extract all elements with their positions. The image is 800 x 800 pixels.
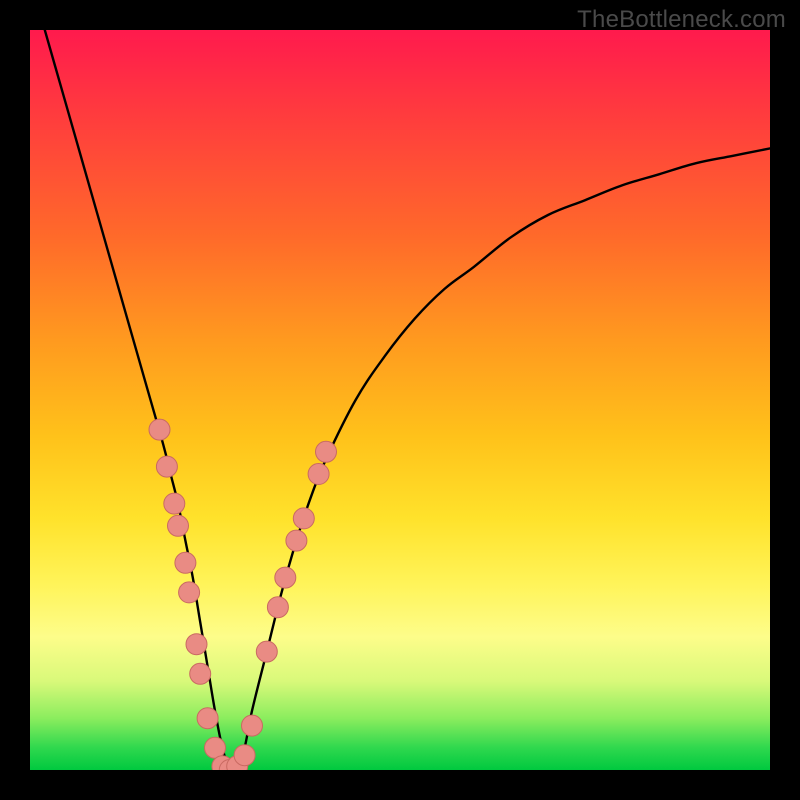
data-dot [275, 567, 296, 588]
data-dot [186, 634, 207, 655]
data-dot [190, 663, 211, 684]
bottleneck-curve [45, 30, 770, 770]
chart-frame: TheBottleneck.com [0, 0, 800, 800]
data-dot [205, 737, 226, 758]
data-dot [308, 464, 329, 485]
data-dot [175, 552, 196, 573]
data-dot [164, 493, 185, 514]
data-dot [256, 641, 277, 662]
chart-overlay-svg [30, 30, 770, 770]
data-dot [234, 745, 255, 766]
data-dot [267, 597, 288, 618]
data-dot [316, 441, 337, 462]
data-dot [197, 708, 218, 729]
data-dot [156, 456, 177, 477]
watermark-text: TheBottleneck.com [577, 6, 786, 34]
data-dot [168, 515, 189, 536]
data-dots-group [149, 419, 337, 770]
data-dot [242, 715, 263, 736]
chart-plot-area [30, 30, 770, 770]
data-dot [293, 508, 314, 529]
data-dot [149, 419, 170, 440]
data-dot [179, 582, 200, 603]
data-dot [286, 530, 307, 551]
